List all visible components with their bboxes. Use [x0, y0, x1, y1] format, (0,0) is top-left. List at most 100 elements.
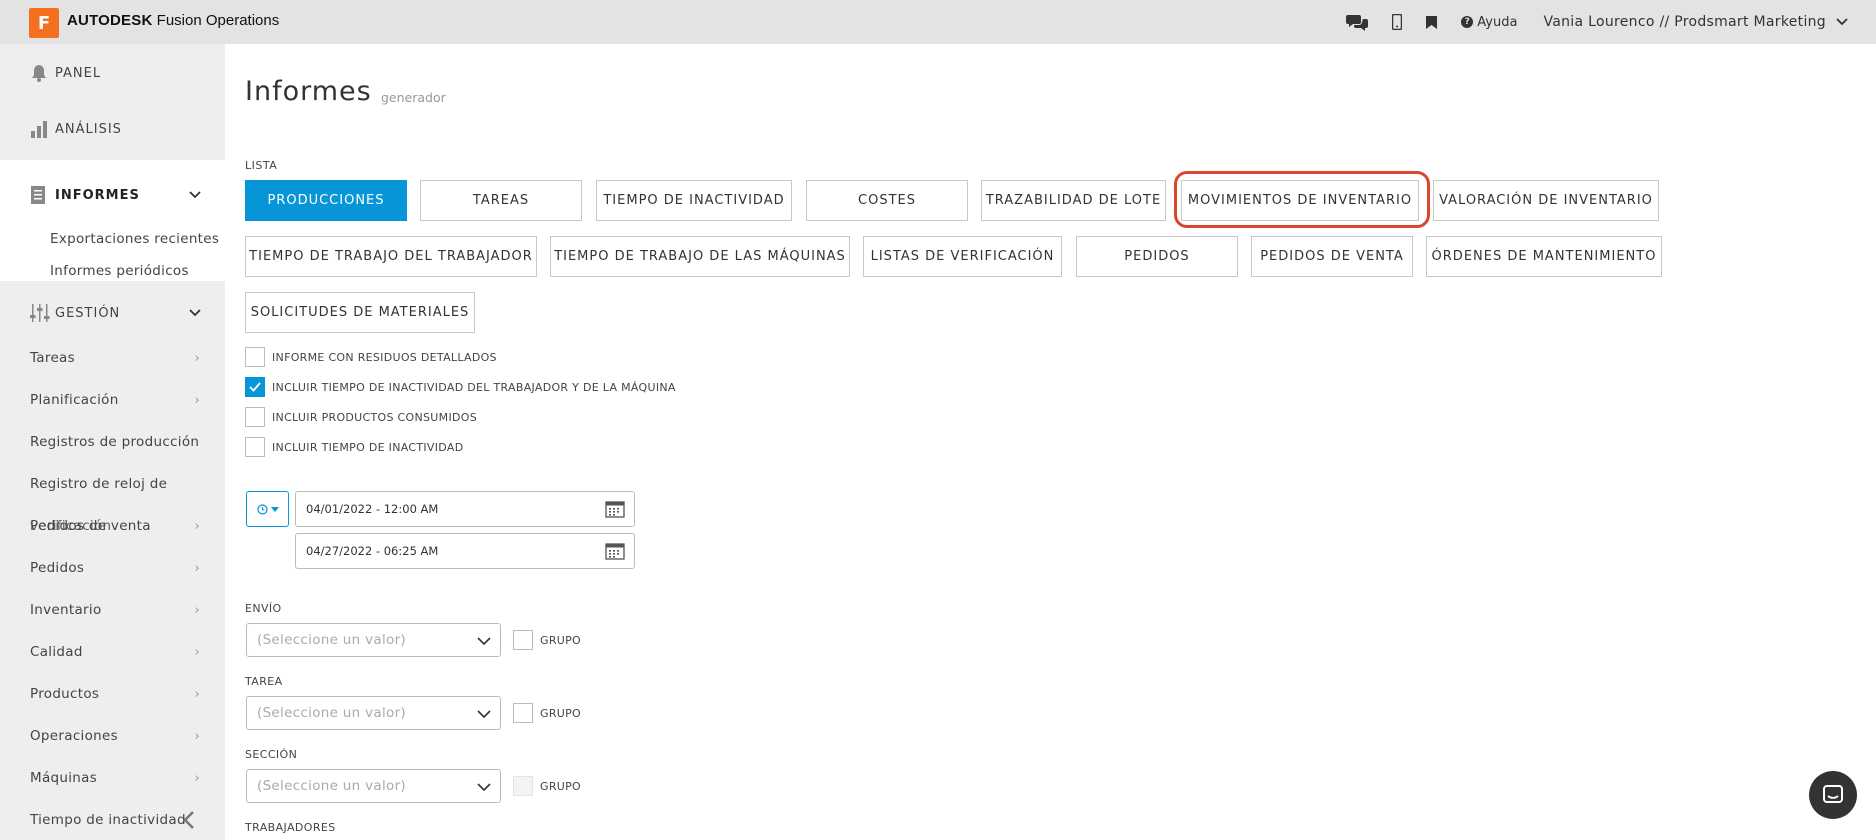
clock-icon	[256, 503, 268, 515]
chevron-right-icon: ›	[194, 687, 200, 702]
top-bar: F AUTODESK Fusion Operations ? Ayuda Vani…	[0, 0, 1876, 44]
option-label: INFORME CON RESIDUOS DETALLADOS	[272, 350, 497, 364]
sidebar-item-gestion[interactable]: GESTIÓN	[0, 290, 225, 336]
sidebar-item-operaciones[interactable]: Operaciones ›	[30, 728, 200, 744]
filter-label-tarea: TAREA	[245, 675, 283, 688]
calendar-icon[interactable]	[605, 542, 625, 563]
tarea-group-option[interactable]: GRUPO	[513, 703, 581, 723]
sidebar-item-analisis[interactable]: ANÁLISIS	[0, 106, 225, 152]
report-button-valoracion-inventario[interactable]: VALORACIÓN DE INVENTARIO	[1433, 180, 1659, 221]
option-residuos-detallados[interactable]: INFORME CON RESIDUOS DETALLADOS	[245, 347, 497, 367]
lista-label: LISTA	[245, 159, 278, 172]
report-button-tiempo-maquinas[interactable]: TIEMPO DE TRABAJO DE LAS MÁQUINAS	[550, 236, 850, 277]
sidebar-item-planificacion[interactable]: Planificación ›	[30, 392, 200, 408]
report-button-ordenes-mantenimiento[interactable]: ÓRDENES DE MANTENIMIENTO	[1426, 236, 1662, 277]
seccion-group-option[interactable]: GRUPO	[513, 776, 581, 796]
chevron-right-icon: ›	[194, 561, 200, 576]
chevron-down-icon	[477, 780, 491, 796]
sidebar-item-registro-reloj[interactable]: Registro de reloj de	[30, 476, 200, 492]
report-button-pedidos[interactable]: PEDIDOS	[1076, 236, 1238, 277]
sidebar-item-calidad[interactable]: Calidad ›	[30, 644, 200, 660]
sidebar-item-registros-produccion[interactable]: Registros de producción	[30, 434, 200, 450]
select-placeholder: (Seleccione un valor)	[257, 632, 406, 648]
chevron-right-icon: ›	[194, 603, 200, 618]
chevron-down-icon[interactable]	[189, 188, 201, 202]
sidebar-collapse-icon[interactable]	[183, 811, 195, 833]
question-icon: ?	[1461, 16, 1474, 28]
sidebar-item-tareas[interactable]: Tareas ›	[30, 350, 200, 366]
sidebar-overlap-text: verificación	[30, 518, 200, 534]
option-label: INCLUIR PRODUCTOS CONSUMIDOS	[272, 410, 478, 424]
sidebar-item-panel[interactable]: PANEL	[0, 50, 225, 96]
help-link[interactable]: ? Ayuda	[1461, 15, 1517, 30]
chevron-down-icon	[477, 707, 491, 723]
date-to-field[interactable]: 04/27/2022 - 06:25 AM	[295, 533, 635, 569]
report-button-solicitudes-materiales[interactable]: SOLICITUDES DE MATERIALES	[245, 292, 475, 333]
group-label: GRUPO	[540, 633, 582, 647]
checkbox-checked[interactable]	[245, 377, 265, 397]
checkbox[interactable]	[513, 703, 533, 723]
sidebar-label: GESTIÓN	[55, 305, 121, 321]
envio-group-option[interactable]: GRUPO	[513, 630, 581, 650]
mobile-icon[interactable]	[1392, 14, 1403, 30]
select-placeholder: (Seleccione un valor)	[257, 705, 406, 721]
report-button-tiempo-trabajador[interactable]: TIEMPO DE TRABAJO DEL TRABAJADOR	[245, 236, 537, 277]
fusion-logo[interactable]: F	[29, 8, 59, 38]
bell-icon	[30, 64, 48, 82]
checkbox[interactable]	[245, 407, 265, 427]
chevron-down-icon	[477, 634, 491, 650]
option-tiempo-inactividad-trabajador-maquina[interactable]: INCLUIR TIEMPO DE INACTIVIDAD DEL TRABAJ…	[245, 377, 676, 397]
option-label: INCLUIR TIEMPO DE INACTIVIDAD DEL TRABAJ…	[272, 380, 676, 394]
checkbox[interactable]	[513, 630, 533, 650]
filter-label-envio: ENVÍO	[245, 602, 282, 615]
chat-bubbles-icon[interactable]	[1346, 13, 1369, 31]
sidebar-item-productos[interactable]: Productos ›	[30, 686, 200, 702]
group-label: GRUPO	[540, 706, 582, 720]
tarea-select[interactable]: (Seleccione un valor)	[246, 696, 501, 730]
brand-bold: AUTODESK	[67, 12, 153, 29]
sidebar-subitem-exportaciones[interactable]: Exportaciones recientes	[50, 231, 219, 247]
brand-name[interactable]: AUTODESK Fusion Operations	[67, 12, 279, 29]
filter-label-trabajadores: TRABAJADORES	[245, 821, 336, 834]
report-button-listas-verificacion[interactable]: LISTAS DE VERIFICACIÓN	[863, 236, 1062, 277]
sidebar-label: Productos	[30, 686, 100, 702]
option-productos-consumidos[interactable]: INCLUIR PRODUCTOS CONSUMIDOS	[245, 407, 477, 427]
sidebar-item-pedidos[interactable]: Pedidos ›	[30, 560, 200, 576]
report-button-pedidos-venta[interactable]: PEDIDOS DE VENTA	[1251, 236, 1413, 277]
top-actions: ? Ayuda Vania Lourenco // Prodsmart Marke…	[1322, 0, 1848, 44]
seccion-select[interactable]: (Seleccione un valor)	[246, 769, 501, 803]
checkmark-icon	[249, 382, 261, 392]
calendar-icon[interactable]	[605, 500, 625, 521]
highlight-annotation	[1174, 171, 1430, 228]
option-tiempo-inactividad[interactable]: INCLUIR TIEMPO DE INACTIVIDAD	[245, 437, 463, 457]
sidebar-label: Tareas	[30, 350, 75, 366]
chevron-right-icon: ›	[194, 729, 200, 744]
sidebar-item-inventario[interactable]: Inventario ›	[30, 602, 200, 618]
user-menu[interactable]: Vania Lourenco // Prodsmart Marketing	[1543, 14, 1826, 30]
chevron-down-icon[interactable]	[189, 306, 201, 320]
checkbox[interactable]	[245, 437, 265, 457]
sidebar-label: Planificación	[30, 392, 119, 408]
report-button-tareas[interactable]: TAREAS	[420, 180, 582, 221]
report-button-tiempo-inactividad[interactable]: TIEMPO DE INACTIVIDAD	[596, 180, 792, 221]
date-from-field[interactable]: 04/01/2022 - 12:00 AM	[295, 491, 635, 527]
group-label: GRUPO	[540, 779, 582, 793]
page-title: Informes	[245, 76, 372, 107]
sidebar-label: Inventario	[30, 602, 102, 618]
date-preset-dropdown[interactable]	[246, 491, 289, 527]
sidebar-item-maquinas[interactable]: Máquinas ›	[30, 770, 200, 786]
sidebar-subitem-periodicos[interactable]: Informes periódicos	[50, 263, 189, 279]
chevron-right-icon: ›	[194, 771, 200, 786]
sidebar-label: verificación	[30, 518, 112, 534]
report-button-costes[interactable]: COSTES	[806, 180, 968, 221]
bookmark-icon[interactable]	[1426, 15, 1438, 29]
chevron-down-icon[interactable]	[1836, 15, 1848, 29]
checkbox[interactable]	[245, 347, 265, 367]
report-button-trazabilidad-lote[interactable]: TRAZABILIDAD DE LOTE	[981, 180, 1166, 221]
sidebar-item-tiempo-inactividad[interactable]: Tiempo de inactividad	[30, 812, 200, 828]
caret-down-icon	[270, 506, 279, 512]
sidebar-label: Operaciones	[30, 728, 118, 744]
report-button-producciones[interactable]: PRODUCCIONES	[245, 180, 407, 221]
support-chat-button[interactable]	[1809, 771, 1857, 819]
envio-select[interactable]: (Seleccione un valor)	[246, 623, 501, 657]
